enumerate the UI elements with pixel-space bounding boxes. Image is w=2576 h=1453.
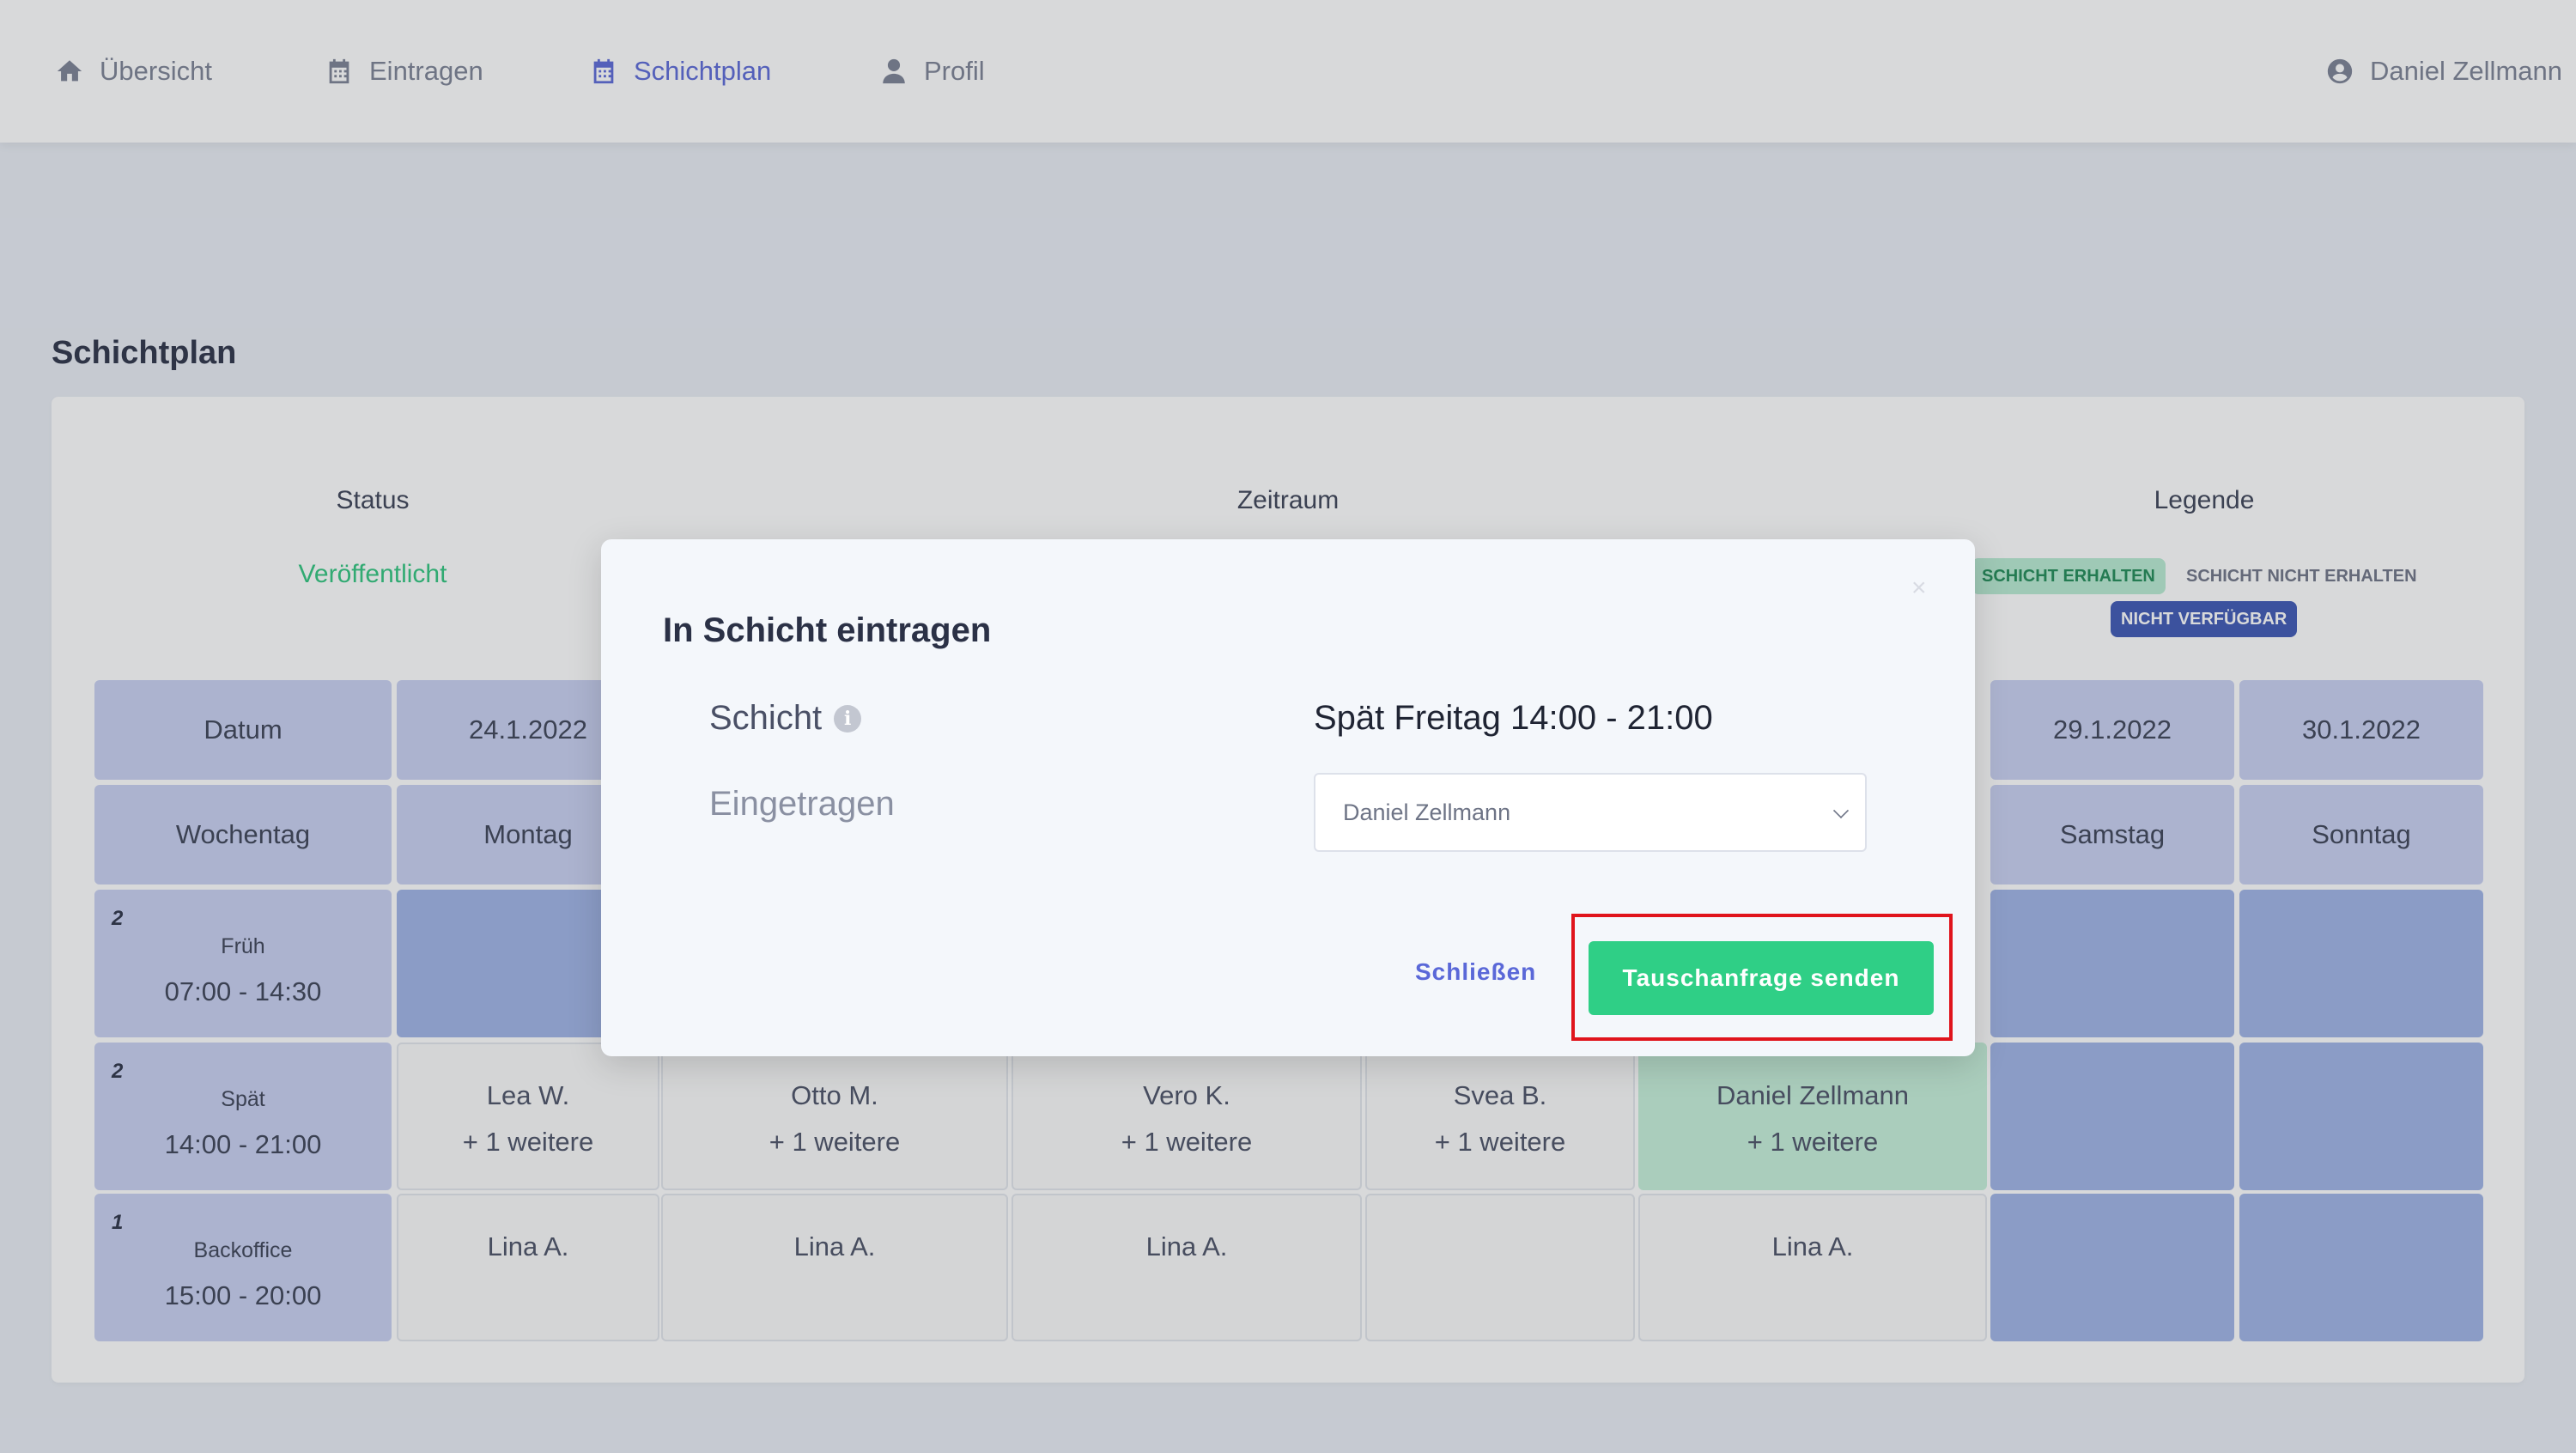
modal-title: In Schicht eintragen [663, 611, 992, 649]
highlight-frame [1571, 914, 1953, 1041]
assigned-label: Eingetragen [709, 785, 895, 823]
assignee-select[interactable]: Daniel Zellmann [1314, 773, 1867, 852]
chevron-down-icon [1832, 802, 1850, 819]
shift-field-label: Schicht i [709, 699, 862, 738]
shift-value: Spät Freitag 14:00 - 21:00 [1314, 699, 1713, 737]
info-icon[interactable]: i [834, 704, 862, 733]
shift-label: Schicht [709, 699, 823, 737]
assignee-select-value: Daniel Zellmann [1343, 799, 1511, 825]
close-button[interactable]: Schließen [1415, 958, 1536, 986]
close-icon[interactable]: × [1911, 574, 1927, 603]
